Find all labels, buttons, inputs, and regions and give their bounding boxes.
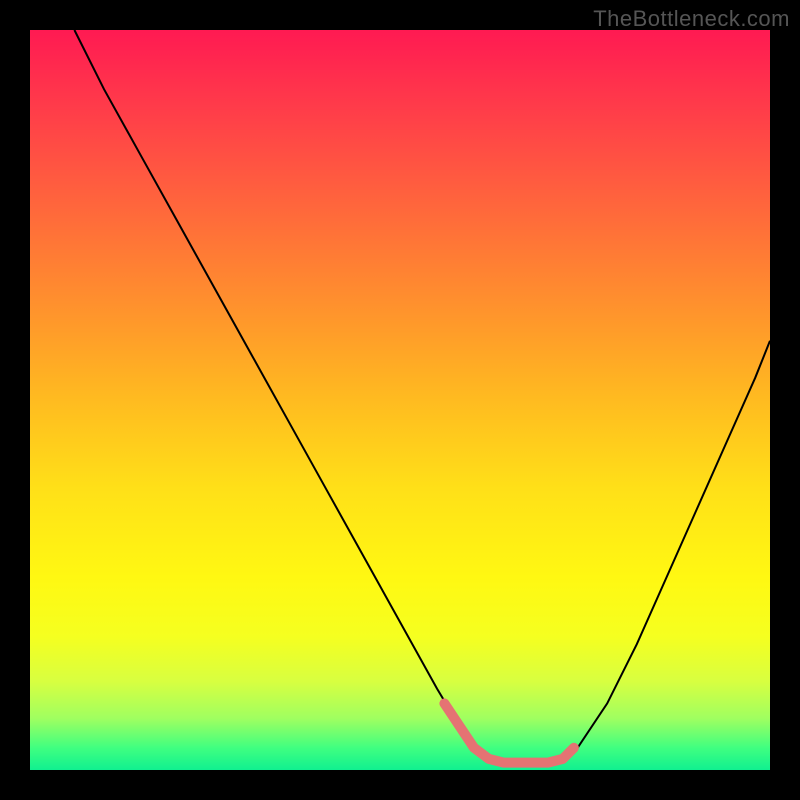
curve-svg xyxy=(30,30,770,770)
bottleneck-curve xyxy=(74,30,770,763)
highlight-segment xyxy=(444,703,574,762)
watermark-text: TheBottleneck.com xyxy=(593,6,790,32)
chart-container: TheBottleneck.com xyxy=(0,0,800,800)
